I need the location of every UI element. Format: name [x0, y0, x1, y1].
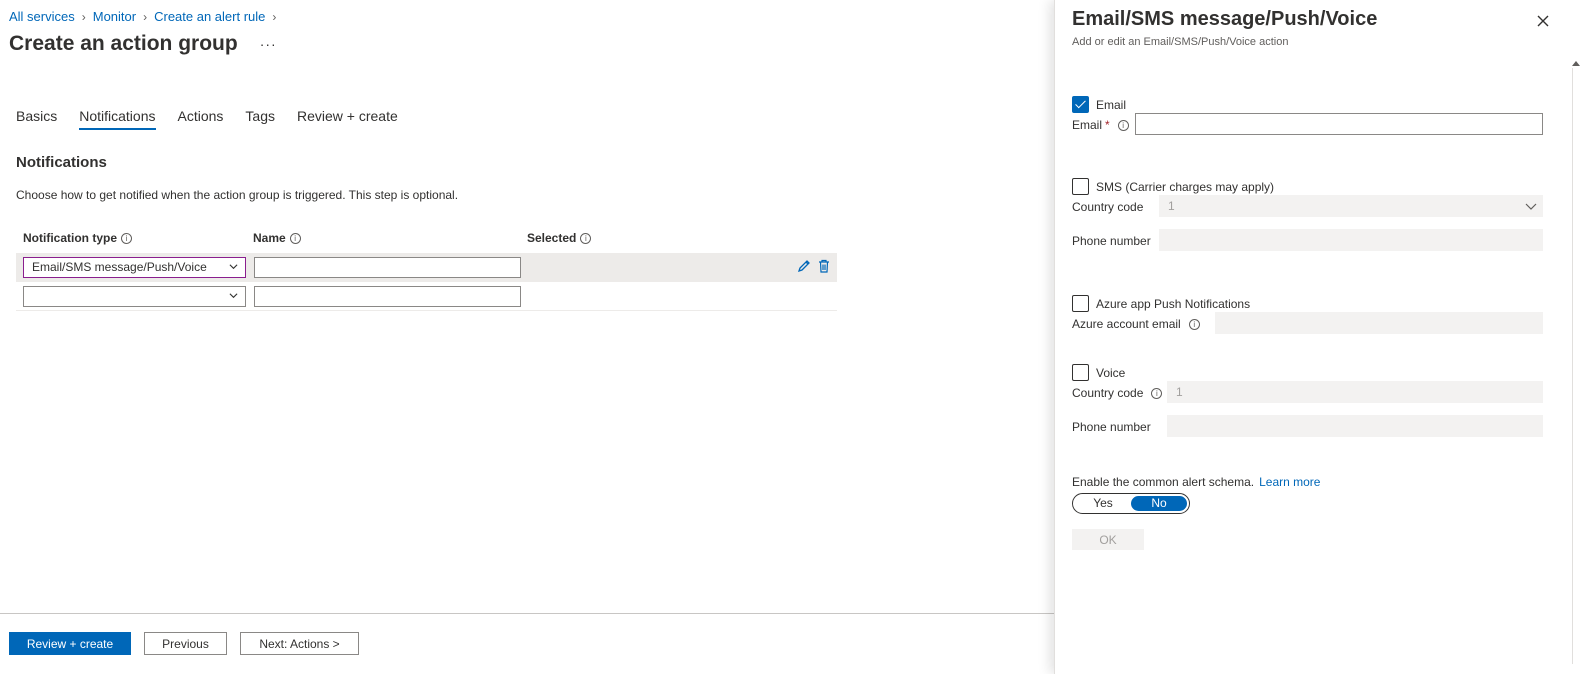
tab-tags[interactable]: Tags [245, 106, 275, 130]
column-notification-type: Notification type i [16, 231, 253, 245]
breadcrumb-create-alert-rule[interactable]: Create an alert rule [154, 9, 265, 24]
azure-account-email-input [1215, 312, 1543, 334]
dropdown-value: 1 [1168, 199, 1175, 213]
chevron-right-icon: › [272, 9, 277, 24]
chevron-right-icon: › [143, 9, 148, 24]
scroll-up-arrow-icon[interactable] [1572, 60, 1580, 66]
checkbox-label: SMS (Carrier charges may apply) [1096, 179, 1275, 194]
voice-phone-number-input [1167, 415, 1543, 437]
common-alert-schema-label: Enable the common alert schema. Learn mor… [1072, 475, 1320, 489]
page-title-text: Create an action group [9, 32, 238, 55]
scrollbar-thumb[interactable] [1572, 68, 1580, 664]
column-label: Selected [527, 231, 577, 245]
info-icon[interactable]: i [1188, 318, 1200, 330]
email-input[interactable] [1135, 113, 1543, 135]
info-icon[interactable]: i [1117, 119, 1129, 131]
column-label: Name [253, 231, 286, 245]
tab-review-create[interactable]: Review + create [297, 106, 398, 130]
field-label-text: Email [1072, 118, 1103, 132]
info-icon[interactable]: i [289, 232, 301, 244]
voice-checkbox[interactable]: Voice [1072, 364, 1125, 381]
tab-actions[interactable]: Actions [178, 106, 224, 130]
toggle-option-no[interactable]: No [1131, 496, 1187, 511]
chevron-down-icon [229, 263, 238, 269]
page-title: Create an action group ··· [9, 32, 277, 56]
table-header: Notification type i Name i Selected i [16, 228, 837, 248]
sms-checkbox[interactable]: SMS (Carrier charges may apply) [1072, 178, 1274, 195]
next-actions-button[interactable]: Next: Actions > [240, 632, 359, 655]
checkbox-checked[interactable] [1072, 96, 1089, 113]
field-label-text: Country code [1072, 386, 1144, 400]
pane-subtitle: Add or edit an Email/SMS/Push/Voice acti… [1072, 36, 1289, 48]
edit-icon[interactable] [796, 258, 812, 274]
ok-button: OK [1072, 529, 1144, 550]
row-actions [796, 258, 832, 274]
voice-phone-number-label: Phone number [1072, 420, 1151, 434]
toggle-option-yes[interactable]: Yes [1075, 496, 1131, 511]
info-icon[interactable]: i [580, 232, 592, 244]
sms-country-code-label: Country code [1072, 200, 1144, 214]
email-label: Email * i [1072, 118, 1129, 132]
info-icon[interactable]: i [1151, 387, 1163, 399]
previous-button[interactable]: Previous [144, 632, 227, 655]
chevron-right-icon: › [81, 9, 86, 24]
checkbox-unchecked[interactable] [1072, 295, 1089, 312]
tab-bar: Basics Notifications Actions Tags Review… [16, 106, 420, 130]
review-create-button[interactable]: Review + create [9, 632, 131, 655]
notification-type-dropdown[interactable]: Email/SMS message/Push/Voice [23, 256, 246, 278]
footer-bar: Review + create Previous Next: Actions > [0, 613, 1054, 674]
table-row [16, 282, 837, 311]
column-name: Name i [253, 231, 527, 245]
chevron-down-icon [1525, 203, 1537, 210]
email-checkbox[interactable]: Email [1072, 96, 1126, 113]
column-label: Notification type [23, 231, 118, 245]
info-icon[interactable]: i [121, 232, 133, 244]
delete-icon[interactable] [816, 258, 832, 274]
sms-phone-number-input [1159, 229, 1543, 251]
context-pane: Email/SMS message/Push/Voice Add or edit… [1054, 0, 1584, 674]
notification-name-input[interactable] [254, 256, 521, 278]
checkbox-label: Azure app Push Notifications [1096, 296, 1251, 311]
main-content: All services › Monitor › Create an alert… [0, 0, 1054, 674]
more-options-icon[interactable]: ··· [260, 36, 277, 52]
learn-more-link[interactable]: Learn more [1259, 475, 1320, 489]
breadcrumb-all-services[interactable]: All services [9, 9, 75, 24]
voice-country-code-input: 1 [1167, 381, 1543, 403]
tab-notifications[interactable]: Notifications [79, 106, 156, 130]
scrollbar[interactable] [1568, 58, 1584, 674]
breadcrumb: All services › Monitor › Create an alert… [9, 9, 283, 24]
close-icon[interactable] [1535, 13, 1551, 29]
required-marker: * [1105, 118, 1110, 132]
notification-type-dropdown[interactable] [23, 285, 246, 307]
azure-account-email-label: Azure account email i [1072, 317, 1200, 331]
dropdown-value: Email/SMS message/Push/Voice [32, 259, 207, 274]
chevron-down-icon [229, 292, 238, 298]
section-description: Choose how to get notified when the acti… [16, 188, 459, 202]
breadcrumb-monitor[interactable]: Monitor [93, 9, 136, 24]
sms-country-code-dropdown: 1 [1159, 195, 1543, 217]
checkbox-unchecked[interactable] [1072, 178, 1089, 195]
table-row[interactable]: Email/SMS message/Push/Voice [16, 253, 837, 282]
sms-phone-number-label: Phone number [1072, 234, 1151, 248]
voice-country-code-label: Country code i [1072, 386, 1163, 400]
pane-title: Email/SMS message/Push/Voice [1072, 8, 1378, 30]
column-selected: Selected i [527, 231, 592, 245]
checkbox-label: Email [1096, 97, 1127, 112]
section-title: Notifications [16, 154, 107, 171]
checkbox-label: Voice [1096, 365, 1126, 380]
common-alert-schema-toggle[interactable]: Yes No [1072, 493, 1190, 514]
checkbox-unchecked[interactable] [1072, 364, 1089, 381]
notification-name-input[interactable] [254, 285, 521, 307]
schema-label-text: Enable the common alert schema. [1072, 475, 1255, 489]
field-label-text: Azure account email [1072, 317, 1181, 331]
notifications-table: Notification type i Name i Selected i Em… [16, 228, 837, 311]
tab-basics[interactable]: Basics [16, 106, 57, 130]
field-value: 1 [1176, 385, 1183, 399]
push-checkbox[interactable]: Azure app Push Notifications [1072, 295, 1250, 312]
